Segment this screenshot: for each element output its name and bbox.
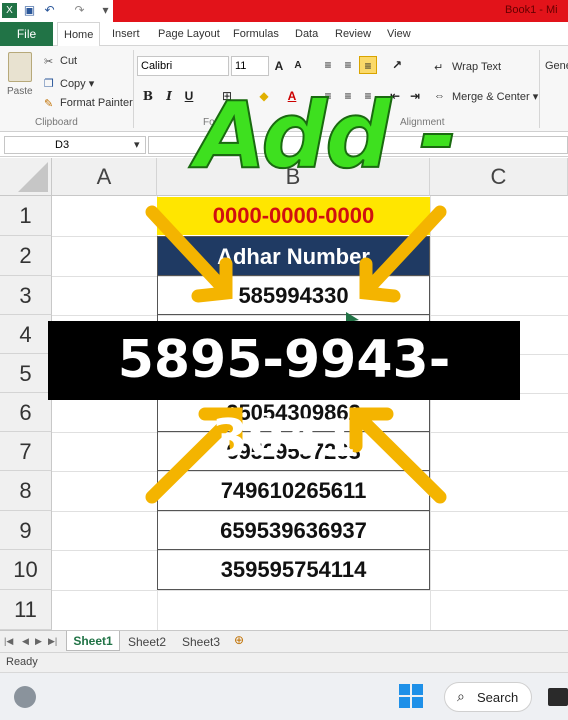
task-view-icon[interactable] xyxy=(548,688,568,706)
search-icon: ⌕ xyxy=(457,688,465,704)
sheet-tab-sheet2[interactable]: Sheet2 xyxy=(128,635,166,649)
sheet-nav-prev-icon[interactable]: ◀ xyxy=(22,636,29,647)
sheet-tab-sheet1[interactable]: Sheet1 xyxy=(66,631,120,651)
new-sheet-icon[interactable]: ⊕ xyxy=(234,633,244,647)
arrow-up-left xyxy=(355,413,447,504)
overlay-headline: Add - xyxy=(194,81,458,190)
sheet-nav-next-icon[interactable]: ▶ xyxy=(35,636,42,647)
widgets-icon[interactable] xyxy=(14,686,36,708)
sheet-tab-sheet3[interactable]: Sheet3 xyxy=(182,635,220,649)
windows-start-icon[interactable] xyxy=(399,684,423,708)
status-bar: Ready xyxy=(0,652,568,672)
taskbar-search-label: Search xyxy=(477,690,519,705)
sheet-nav-last-icon[interactable]: ▶| xyxy=(48,636,57,647)
arrow-down-left xyxy=(363,205,447,294)
arrow-down-right xyxy=(145,205,229,294)
overlay-banner: 5895-9943-3041 xyxy=(48,321,520,469)
sheet-nav-first-icon[interactable]: |◀ xyxy=(4,636,13,647)
